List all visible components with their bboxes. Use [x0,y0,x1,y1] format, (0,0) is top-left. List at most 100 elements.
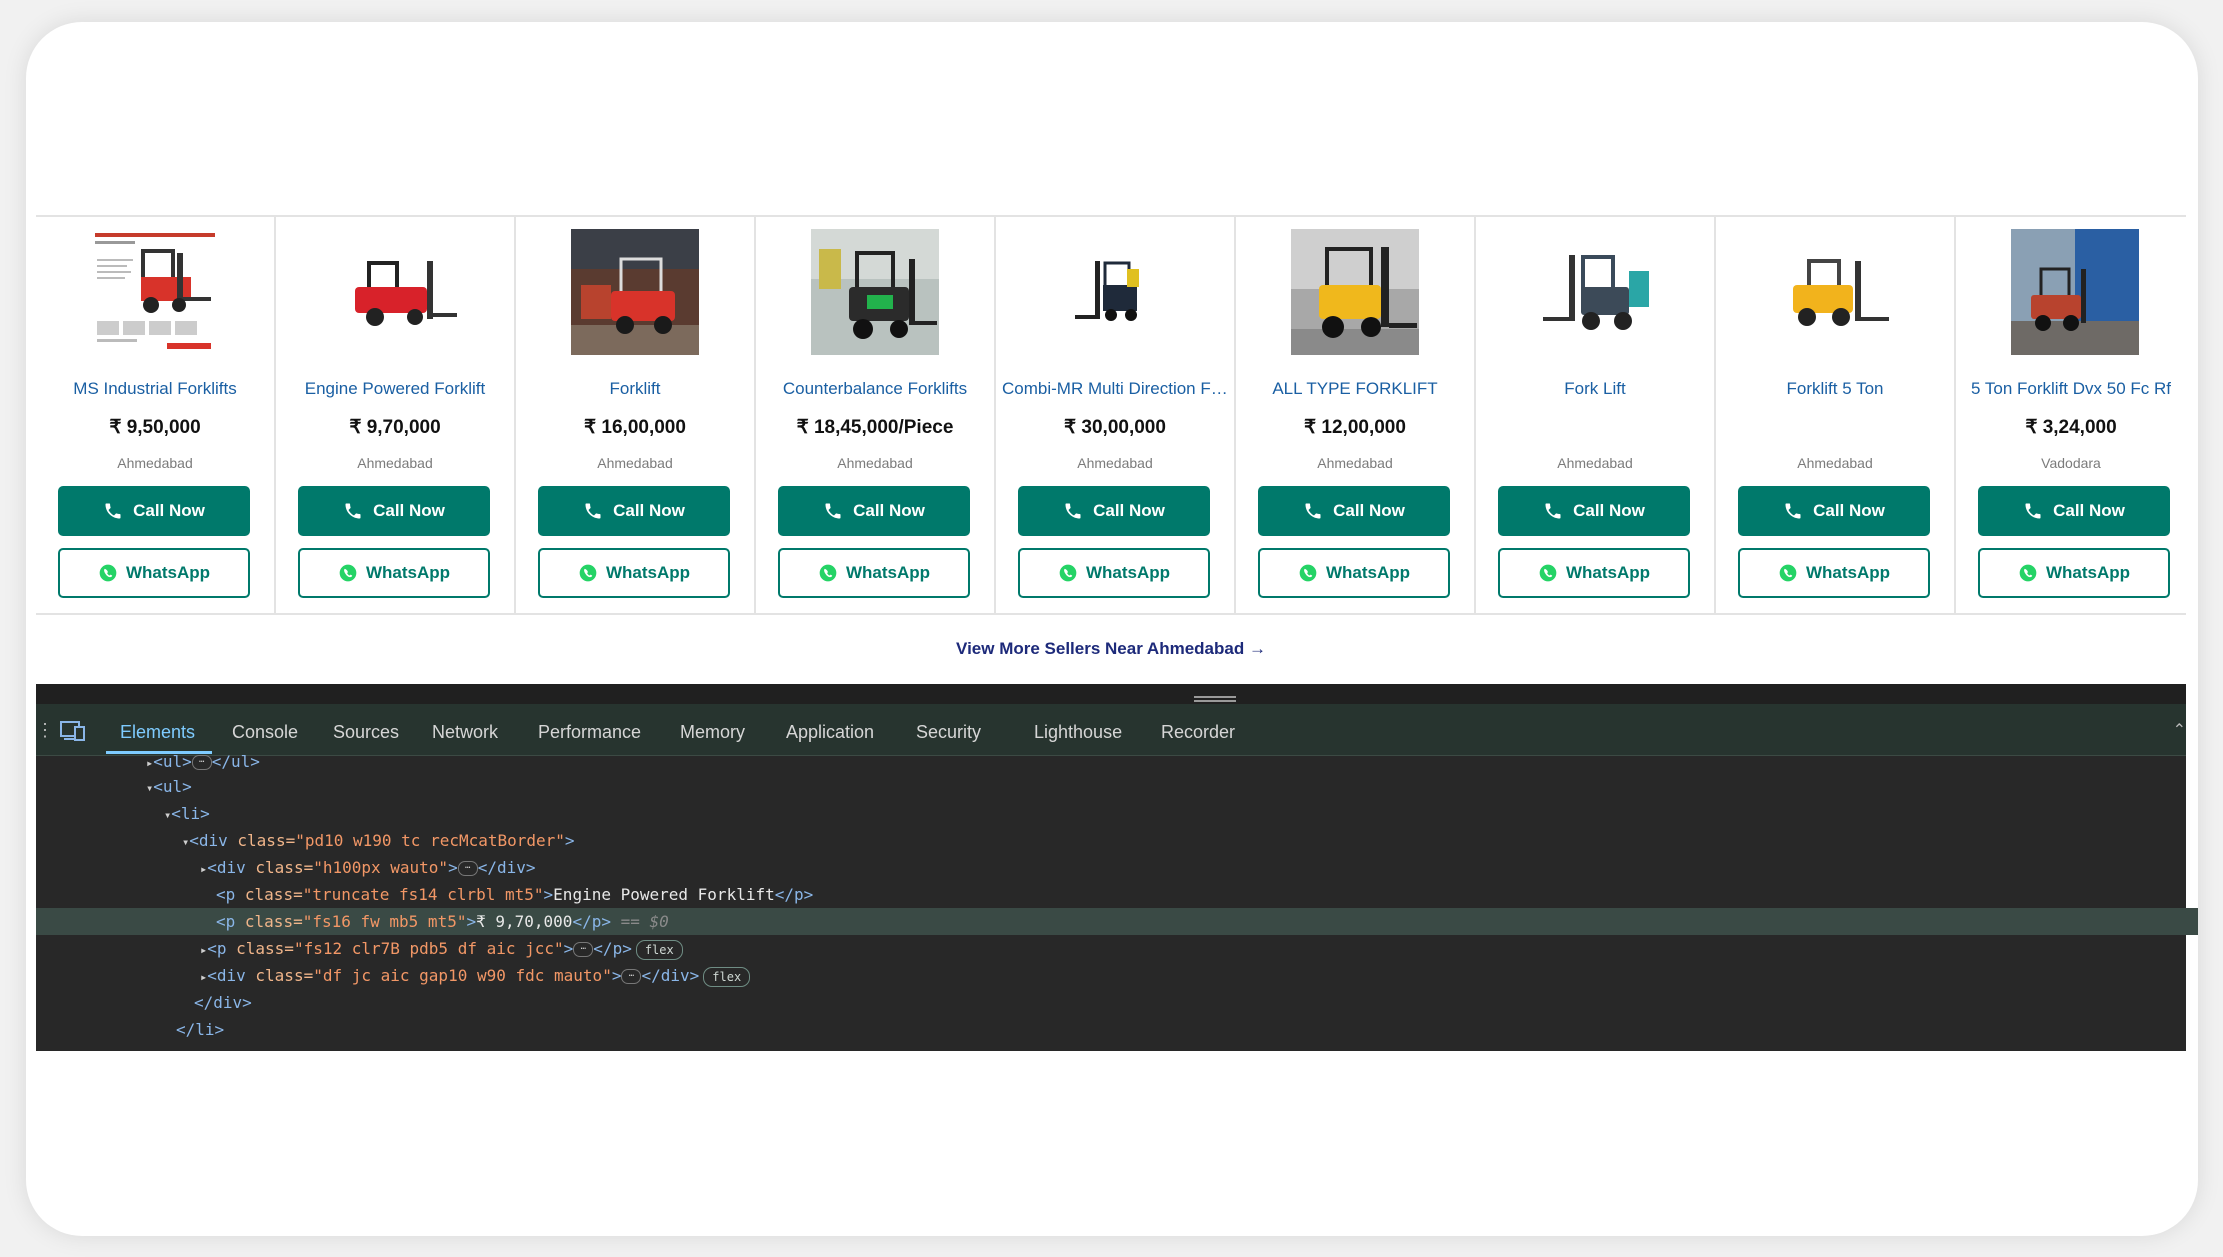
dom-node[interactable]: ▾<li> [36,800,2198,827]
product-name[interactable]: ALL TYPE FORKLIFT [1242,379,1468,399]
whatsapp-button[interactable]: WhatsApp [1978,548,2170,598]
tab-lighthouse[interactable]: Lighthouse [1034,722,1122,743]
product-card[interactable]: MS Industrial Forklifts ₹ 9,50,000 Ahmed… [36,217,276,613]
product-image[interactable] [1531,229,1659,355]
whatsapp-label: WhatsApp [1805,563,1891,582]
whatsapp-button[interactable]: WhatsApp [58,548,250,598]
product-image[interactable] [91,229,219,355]
product-name[interactable]: MS Industrial Forklifts [42,379,268,399]
call-now-button[interactable]: Call Now [1258,486,1450,536]
product-name[interactable]: Combi-MR Multi Direction Forklift [1002,379,1228,399]
product-city: Ahmedabad [1557,455,1633,471]
tab-security[interactable]: Security [916,722,981,743]
tab-sources[interactable]: Sources [333,722,399,743]
call-now-button[interactable]: Call Now [298,486,490,536]
whatsapp-button[interactable]: WhatsApp [1738,548,1930,598]
whatsapp-button[interactable]: WhatsApp [1018,548,1210,598]
product-card[interactable]: Combi-MR Multi Direction Forklift ₹ 30,0… [996,217,1236,613]
phone-icon [825,503,841,519]
device-toolbar-icon[interactable] [60,720,86,747]
whatsapp-button[interactable]: WhatsApp [1498,548,1690,598]
phone-icon [1545,503,1561,519]
view-more-sellers-link[interactable]: View More Sellers Near Ahmedabad → [36,639,2186,659]
product-card[interactable]: Fork Lift Ahmedabad Call Now WhatsApp [1476,217,1716,613]
product-carousel: MS Industrial Forklifts ₹ 9,50,000 Ahmed… [36,215,2186,615]
product-image[interactable] [1291,229,1419,355]
call-now-button[interactable]: Call Now [1498,486,1690,536]
product-image[interactable] [1771,229,1899,355]
drag-handle-icon[interactable] [1194,696,1236,702]
call-now-label: Call Now [1813,501,1885,520]
dom-node-selected[interactable]: <p class="fs16 fw mb5 mt5">₹ 9,70,000</p… [36,908,2198,935]
product-name[interactable]: Fork Lift [1482,379,1708,399]
whatsapp-button[interactable]: WhatsApp [298,548,490,598]
dom-node[interactable]: ▾<ul> [36,773,2198,800]
dom-node[interactable]: </li> [36,1016,2198,1043]
flex-badge[interactable]: flex [703,966,751,987]
product-image[interactable] [811,229,939,355]
call-now-label: Call Now [613,501,685,520]
whatsapp-button[interactable]: WhatsApp [778,548,970,598]
whatsapp-label: WhatsApp [845,563,931,582]
ellipsis-icon[interactable]: … [191,755,212,770]
whatsapp-icon [579,564,597,582]
call-now-label: Call Now [1573,501,1645,520]
dom-node[interactable]: ▸<ul>… </ul> [36,748,2198,775]
product-name[interactable]: Counterbalance Forklifts [762,379,988,399]
product-image[interactable] [1051,229,1179,355]
product-name[interactable]: 5 Ton Forklift Dvx 50 Fc Rf [1962,379,2180,399]
dom-node[interactable]: ▸<p class="fs12 clr7B pdb5 df aic jcc">…… [36,935,2198,962]
tab-recorder[interactable]: Recorder [1161,722,1235,743]
tab-memory[interactable]: Memory [680,722,745,743]
product-card[interactable]: Forklift 5 Ton Ahmedabad Call Now WhatsA… [1716,217,1956,613]
ellipsis-icon[interactable]: … [457,861,478,876]
ellipsis-icon[interactable]: … [573,942,594,957]
phone-icon [345,503,361,519]
tab-performance[interactable]: Performance [538,722,641,743]
tab-application[interactable]: Application [786,722,874,743]
whatsapp-button[interactable]: WhatsApp [538,548,730,598]
product-card[interactable]: ALL TYPE FORKLIFT ₹ 12,00,000 Ahmedabad … [1236,217,1476,613]
product-image[interactable] [571,229,699,355]
call-now-button[interactable]: Call Now [778,486,970,536]
whatsapp-label: WhatsApp [125,563,211,582]
call-now-button[interactable]: Call Now [538,486,730,536]
call-now-button[interactable]: Call Now [1978,486,2170,536]
more-icon[interactable]: ⋮ [36,720,54,741]
call-now-button[interactable]: Call Now [1738,486,1930,536]
whatsapp-icon [1539,564,1557,582]
devtools-resize-bar[interactable] [36,684,2186,704]
product-city: Ahmedabad [1077,455,1153,471]
product-price: ₹ 9,50,000 [109,417,201,438]
dom-node[interactable]: <p class="truncate fs14 clrbl mt5">Engin… [36,881,2198,908]
product-name[interactable]: Forklift 5 Ton [1722,379,1948,399]
product-card[interactable]: 5 Ton Forklift Dvx 50 Fc Rf ₹ 3,24,000 V… [1956,217,2186,613]
dom-node[interactable]: </div> [36,989,2198,1016]
dom-node[interactable]: ▸<div class="df jc aic gap10 w90 fdc mau… [36,962,2198,989]
whatsapp-label: WhatsApp [1565,563,1651,582]
product-card[interactable]: Counterbalance Forklifts ₹ 18,45,000/Pie… [756,217,996,613]
dom-node[interactable]: ▾<div class="pd10 w190 tc recMcatBorder"… [36,827,2198,854]
tab-network[interactable]: Network [432,722,498,743]
call-now-button[interactable]: Call Now [1018,486,1210,536]
product-city: Ahmedabad [357,455,433,471]
product-card[interactable]: Forklift ₹ 16,00,000 Ahmedabad Call Now … [516,217,756,613]
dom-node[interactable]: ▸<div class="h100px wauto">… </div> [36,854,2198,881]
whatsapp-label: WhatsApp [365,563,451,582]
product-price: ₹ 12,00,000 [1304,417,1406,438]
call-now-button[interactable]: Call Now [58,486,250,536]
whatsapp-button[interactable]: WhatsApp [1258,548,1450,598]
ellipsis-icon[interactable]: … [621,969,642,984]
product-name[interactable]: Forklift [522,379,748,399]
phone-icon [1065,503,1081,519]
product-city: Ahmedabad [597,455,673,471]
whatsapp-icon [2019,564,2037,582]
product-card[interactable]: Engine Powered Forklift ₹ 9,70,000 Ahmed… [276,217,516,613]
product-price: ₹ 18,45,000/Piece [796,417,954,438]
product-image[interactable] [331,229,459,355]
flex-badge[interactable]: flex [635,939,683,960]
tab-elements[interactable]: Elements [120,722,195,743]
product-name[interactable]: Engine Powered Forklift [282,379,508,399]
tab-console[interactable]: Console [232,722,298,743]
product-image[interactable] [2011,229,2139,355]
